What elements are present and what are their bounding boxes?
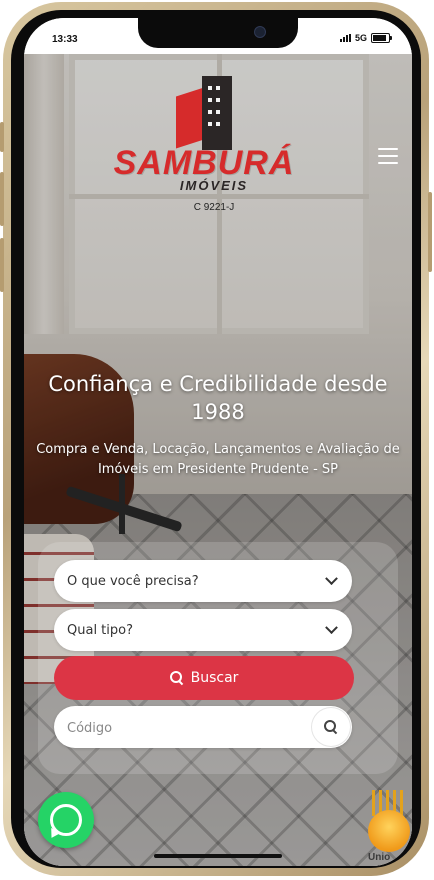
logo-building-red <box>176 87 204 149</box>
chevron-down-icon <box>325 620 338 634</box>
hero-subheadline: Compra e Venda, Locação, Lançamentos e A… <box>36 442 400 477</box>
chevron-down-icon <box>325 571 338 585</box>
union-badge[interactable]: Unio <box>362 790 412 866</box>
battery-icon <box>371 33 392 43</box>
home-indicator[interactable] <box>154 854 282 858</box>
search-button-label: Buscar <box>190 670 239 686</box>
logo-building-dark <box>202 76 232 150</box>
brand-creci: C 9221-J <box>193 202 235 213</box>
mute-switch <box>0 122 4 152</box>
union-sun-icon <box>368 810 410 852</box>
power-button <box>428 192 432 272</box>
need-select-label: O que você precisa? <box>67 573 199 589</box>
whatsapp-icon <box>50 804 82 836</box>
signal-icon <box>339 34 351 42</box>
search-icon <box>169 671 184 686</box>
search-button[interactable]: Buscar <box>54 656 354 700</box>
code-search-button[interactable] <box>312 708 350 746</box>
brand-logo[interactable]: SAMBURÁ IMÓVEIS C 9221-J <box>104 70 304 220</box>
hamburger-menu-icon[interactable] <box>378 148 398 164</box>
network-type: 5G <box>354 33 367 43</box>
status-indicators: 5G <box>339 33 392 43</box>
code-input[interactable] <box>54 706 319 748</box>
hero-headline: Confiança e Credibilidade desde 1988 <box>48 372 388 424</box>
front-camera <box>254 26 266 38</box>
phone-screen: 13:33 5G SAMBURÁ IMÓVEIS C 9221-J Confia… <box>24 18 412 866</box>
whatsapp-button[interactable] <box>38 792 94 848</box>
volume-down-button <box>0 238 4 292</box>
search-icon <box>324 720 338 735</box>
union-label: Unio <box>368 852 391 863</box>
type-select[interactable]: Qual tipo? <box>54 609 352 651</box>
phone-notch <box>138 18 298 48</box>
volume-up-button <box>0 172 4 226</box>
need-select[interactable]: O que você precisa? <box>54 560 352 602</box>
code-search-field <box>54 706 352 748</box>
status-time: 13:33 <box>52 34 78 45</box>
brand-subtitle: IMÓVEIS <box>179 178 249 193</box>
type-select-label: Qual tipo? <box>67 622 133 638</box>
